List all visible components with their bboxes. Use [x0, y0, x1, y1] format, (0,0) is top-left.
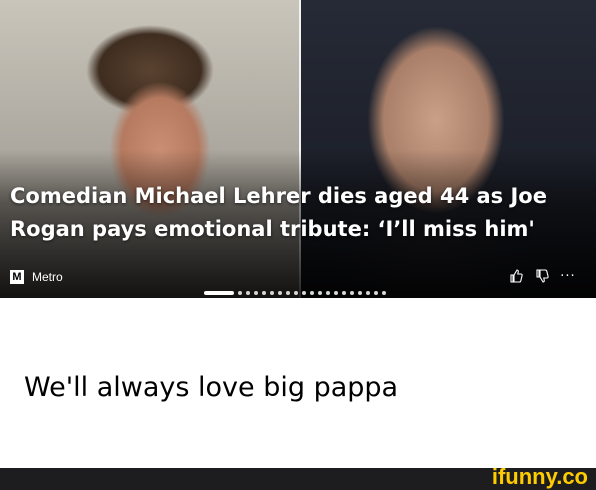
article-headline[interactable]: Comedian Michael Lehrer dies aged 44 as …: [10, 180, 590, 246]
pager-dot[interactable]: [238, 291, 242, 295]
thumbs-up-icon[interactable]: [508, 268, 524, 284]
ifunny-watermark: ifunny.co: [491, 464, 588, 489]
pager-dot[interactable]: [286, 291, 290, 295]
pager-dot[interactable]: [318, 291, 322, 295]
pager-dot-active[interactable]: [204, 291, 234, 295]
more-options-button[interactable]: ···: [560, 268, 576, 284]
pager-dot[interactable]: [254, 291, 258, 295]
article-source[interactable]: M Metro: [10, 270, 63, 284]
source-name: Metro: [32, 270, 63, 284]
pager-dot[interactable]: [358, 291, 362, 295]
headline-line-1: Comedian Michael Lehrer dies aged 44 as …: [10, 184, 547, 208]
pager-dot[interactable]: [262, 291, 266, 295]
headline-line-2: Rogan pays emotional tribute: ‘I’ll miss…: [10, 217, 535, 241]
pager-dot[interactable]: [294, 291, 298, 295]
news-card[interactable]: Comedian Michael Lehrer dies aged 44 as …: [0, 0, 596, 298]
pager-dot[interactable]: [310, 291, 314, 295]
pager-dot[interactable]: [342, 291, 346, 295]
thumbs-down-icon[interactable]: [534, 268, 550, 284]
pager-dot[interactable]: [366, 291, 370, 295]
pager-dot[interactable]: [270, 291, 274, 295]
meme-caption: We'll always love big pappa: [24, 372, 399, 403]
metro-logo-icon: M: [10, 270, 24, 284]
pager-dot[interactable]: [326, 291, 330, 295]
pager-dot[interactable]: [278, 291, 282, 295]
pager-dot[interactable]: [246, 291, 250, 295]
pager-dot[interactable]: [374, 291, 378, 295]
pager-dot[interactable]: [334, 291, 338, 295]
pager-dot[interactable]: [382, 291, 386, 295]
footer-bar: ifunny.co: [0, 464, 596, 490]
article-actions: ···: [508, 268, 576, 284]
pager-dot[interactable]: [350, 291, 354, 295]
carousel-pager: [204, 291, 386, 295]
pager-dot[interactable]: [302, 291, 306, 295]
